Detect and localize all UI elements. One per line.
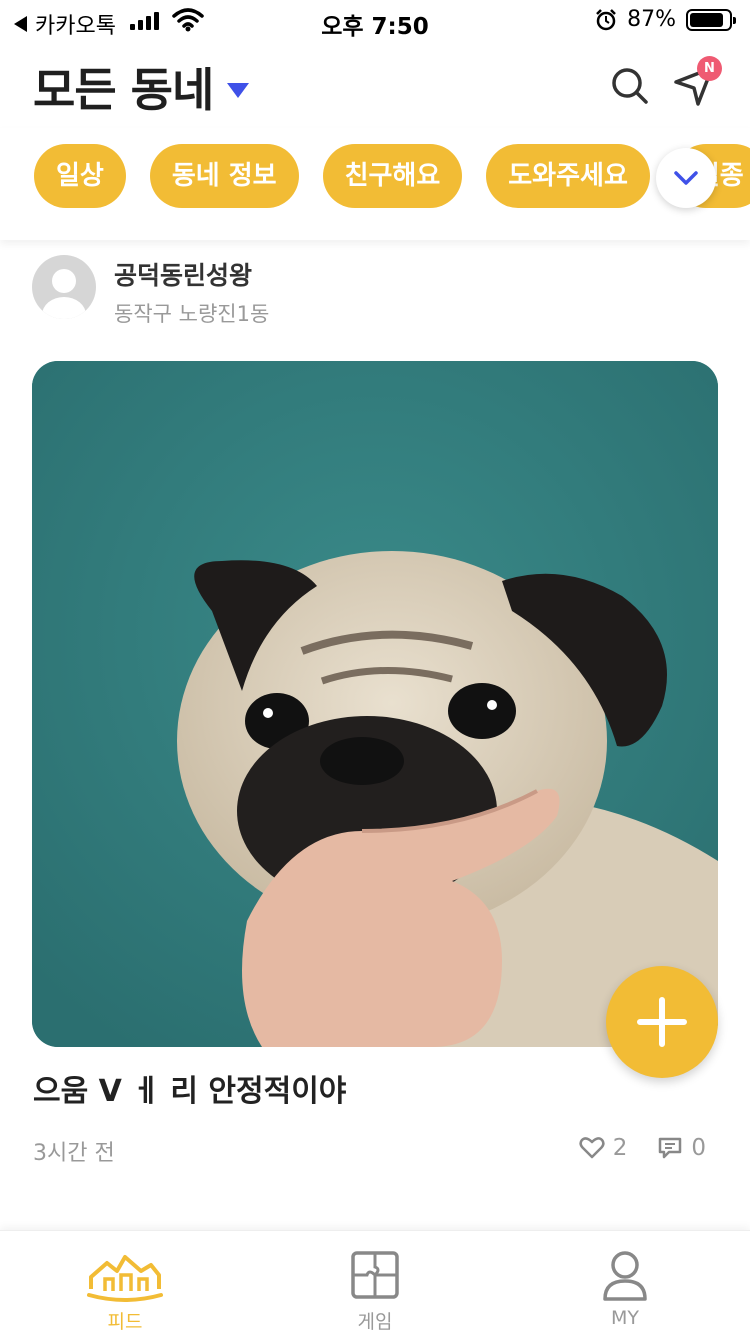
author-location: 동작구 노량진1동 <box>114 302 270 326</box>
post-timestamp: 3시간 전 <box>33 1141 115 1166</box>
notification-badge: N <box>697 56 722 81</box>
search-icon[interactable] <box>608 64 652 108</box>
bottom-tab-bar: 피드 게임 MY <box>0 1230 750 1334</box>
comment-count: 0 <box>691 1135 706 1161</box>
default-avatar-icon <box>42 269 86 319</box>
tab-game-label: 게임 <box>357 1311 393 1333</box>
category-bar: 일상 동네 정보 친구해요 도와주세요 실종 <box>0 128 750 240</box>
battery-icon <box>686 8 736 31</box>
plus-icon <box>637 997 687 1047</box>
chevron-down-icon <box>674 171 698 185</box>
home-icon <box>87 1255 163 1302</box>
author-name[interactable]: 공덕동린성왕 <box>114 256 252 292</box>
person-icon <box>603 1251 647 1301</box>
post-title[interactable]: 으움 V ㅔ 리 안정적이야 <box>33 1066 346 1110</box>
neighborhood-selector[interactable]: 모든 동네 <box>33 54 250 120</box>
category-chip-local-info[interactable]: 동네 정보 <box>149 144 299 208</box>
dropdown-arrow-icon <box>227 82 250 98</box>
alarm-icon <box>596 8 616 30</box>
avatar[interactable] <box>32 255 96 319</box>
status-bar: 카카오톡 오후 7:50 87% <box>0 0 750 40</box>
expand-categories-button[interactable] <box>656 148 716 208</box>
post-image[interactable] <box>32 361 718 1047</box>
tab-feed-label: 피드 <box>107 1311 143 1333</box>
tab-game[interactable]: 게임 <box>250 1231 500 1334</box>
like-count: 2 <box>612 1135 628 1161</box>
pug-photo <box>32 361 718 1047</box>
tab-feed[interactable]: 피드 <box>0 1231 250 1334</box>
comment-icon <box>659 1137 682 1159</box>
heart-icon <box>579 1137 605 1159</box>
feed-post[interactable]: 공덕동린성왕 동작구 노량진1동 으움 V ㅔ 리 안정적이야 3시간 전 2 … <box>0 240 750 1230</box>
category-chip-daily[interactable]: 일상 <box>34 144 126 208</box>
category-chip-friends[interactable]: 친구해요 <box>322 144 463 208</box>
puzzle-icon <box>351 1251 399 1299</box>
comment-button[interactable]: 0 <box>657 1135 706 1161</box>
category-chip-help[interactable]: 도와주세요 <box>486 144 650 208</box>
app-header: 모든 동네 N <box>0 40 750 128</box>
tab-my[interactable]: MY <box>500 1231 750 1334</box>
battery-percent: 87% <box>627 7 676 32</box>
page-title: 모든 동네 <box>33 63 214 117</box>
like-button[interactable]: 2 <box>579 1135 628 1161</box>
tab-my-label: MY <box>611 1307 639 1329</box>
write-post-button[interactable] <box>606 966 718 1078</box>
